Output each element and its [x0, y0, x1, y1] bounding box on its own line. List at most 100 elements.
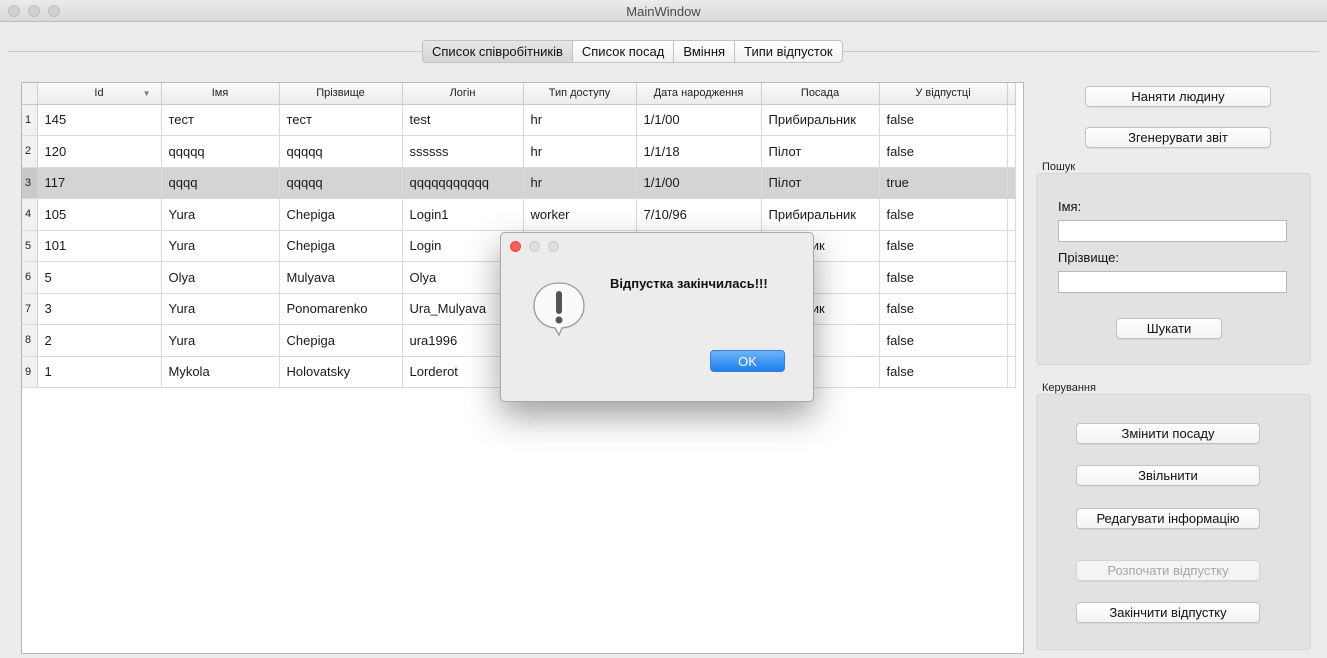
table-cell[interactable]: 120 — [37, 135, 162, 168]
table-cell[interactable]: false — [879, 104, 1008, 136]
table-cell[interactable]: qqqqq — [161, 135, 280, 168]
column-header[interactable]: Імя — [161, 83, 280, 105]
table-cell[interactable]: 1/1/00 — [636, 167, 762, 199]
row-number[interactable]: 5 — [22, 230, 38, 262]
control-group-title: Керування — [1042, 382, 1096, 394]
dialog-close-button[interactable] — [510, 241, 521, 252]
table-row[interactable]: 1 145 тест тест test hr 1/1/00 Прибиральник fals… — [22, 104, 1016, 136]
row-number[interactable]: 6 — [22, 261, 38, 294]
table-cell[interactable]: Chepiga — [279, 230, 403, 262]
table-cell[interactable]: Mykola — [161, 356, 280, 388]
row-filler — [1007, 167, 1016, 199]
table-cell[interactable]: тест — [279, 104, 403, 136]
header-filler — [1007, 83, 1016, 105]
table-cell[interactable]: 3 — [37, 293, 162, 325]
table-row[interactable]: 4 105 Yura Chepiga Login1 worker 7/10/96 Прибир… — [22, 198, 1016, 231]
table-cell[interactable]: 7/10/96 — [636, 198, 762, 231]
row-number[interactable]: 4 — [22, 198, 38, 231]
table-cell[interactable]: qqqqq — [279, 167, 403, 199]
tab-0[interactable]: Список співробітників — [422, 40, 573, 63]
change-position-button[interactable]: Змінити посаду — [1076, 423, 1260, 444]
dialog-message: Відпустка закінчилась!!! — [610, 276, 768, 291]
table-cell[interactable]: 2 — [37, 324, 162, 357]
table-cell[interactable]: Holovatsky — [279, 356, 403, 388]
table-cell[interactable]: 1/1/00 — [636, 104, 762, 136]
table-cell[interactable]: Chepiga — [279, 198, 403, 231]
ok-button[interactable]: OK — [710, 350, 785, 372]
column-header[interactable]: Посада — [761, 83, 880, 105]
table-cell[interactable]: Пілот — [761, 167, 880, 199]
column-header[interactable]: Логін — [402, 83, 524, 105]
table-cell[interactable]: Ponomarenko — [279, 293, 403, 325]
tab-3[interactable]: Типи відпусток — [735, 40, 843, 63]
table-cell[interactable]: false — [879, 293, 1008, 325]
table-cell[interactable]: Прибиральник — [761, 198, 880, 231]
table-cell[interactable]: false — [879, 324, 1008, 357]
table-cell[interactable]: ssssss — [402, 135, 524, 168]
row-number[interactable]: 1 — [22, 104, 38, 136]
edit-info-button[interactable]: Редагувати інформацію — [1076, 508, 1260, 529]
table-cell[interactable]: false — [879, 230, 1008, 262]
column-header[interactable]: Дата народження — [636, 83, 762, 105]
table-cell[interactable]: qqqq — [161, 167, 280, 199]
row-number[interactable]: 2 — [22, 135, 38, 168]
window-title: MainWindow — [626, 4, 701, 19]
column-header[interactable]: Тип доступу — [523, 83, 637, 105]
row-number[interactable]: 8 — [22, 324, 38, 357]
table-cell[interactable]: 105 — [37, 198, 162, 231]
table-cell[interactable]: Yura — [161, 293, 280, 325]
title-bar: MainWindow — [0, 0, 1327, 22]
table-cell[interactable]: hr — [523, 167, 637, 199]
tab-2[interactable]: Вміння — [674, 40, 736, 63]
table-cell[interactable]: Mulyava — [279, 261, 403, 294]
table-cell[interactable]: Пілот — [761, 135, 880, 168]
table-row[interactable]: 3 117 qqqq qqqqq qqqqqqqqqqq hr 1/1/00 Пілот tru… — [22, 167, 1016, 199]
table-row[interactable]: 2 120 qqqqq qqqqq ssssss hr 1/1/18 Пілот false — [22, 135, 1016, 168]
sort-descending-icon: ▼ — [142, 89, 151, 98]
generate-report-button[interactable]: Згенерувати звіт — [1085, 127, 1271, 148]
table-cell[interactable]: worker — [523, 198, 637, 231]
table-cell[interactable]: 145 — [37, 104, 162, 136]
table-cell[interactable]: true — [879, 167, 1008, 199]
tab-1[interactable]: Список посад — [572, 40, 675, 63]
table-cell[interactable]: Olya — [161, 261, 280, 294]
row-number[interactable]: 7 — [22, 293, 38, 325]
search-group-title: Пошук — [1042, 161, 1076, 173]
row-number[interactable]: 3 — [22, 167, 38, 199]
table-cell[interactable]: 1 — [37, 356, 162, 388]
table-cell[interactable]: false — [879, 261, 1008, 294]
search-button[interactable]: Шукати — [1116, 318, 1222, 339]
table-cell[interactable]: hr — [523, 135, 637, 168]
table-cell[interactable]: false — [879, 198, 1008, 231]
column-header[interactable]: У відпустці — [879, 83, 1008, 105]
first-name-input[interactable] — [1058, 220, 1287, 242]
table-cell[interactable]: тест — [161, 104, 280, 136]
table-cell[interactable]: Yura — [161, 324, 280, 357]
table-cell[interactable]: hr — [523, 104, 637, 136]
column-header[interactable]: Прізвище — [279, 83, 403, 105]
row-number[interactable]: 9 — [22, 356, 38, 388]
column-header[interactable]: Id ▼ — [37, 83, 162, 105]
table-cell[interactable]: false — [879, 356, 1008, 388]
table-cell[interactable]: Chepiga — [279, 324, 403, 357]
hire-person-button[interactable]: Наняти людину — [1085, 86, 1271, 107]
table-cell[interactable]: Прибиральник — [761, 104, 880, 136]
table-cell[interactable]: false — [879, 135, 1008, 168]
end-vacation-button[interactable]: Закінчити відпустку — [1076, 602, 1260, 623]
table-cell[interactable]: 117 — [37, 167, 162, 199]
row-filler — [1007, 198, 1016, 231]
table-cell[interactable]: test — [402, 104, 524, 136]
row-filler — [1007, 324, 1016, 357]
table-cell[interactable]: Yura — [161, 230, 280, 262]
table-corner[interactable] — [22, 83, 38, 105]
last-name-input[interactable] — [1058, 271, 1287, 293]
fire-button[interactable]: Звільнити — [1076, 465, 1260, 486]
table-cell[interactable]: 1/1/18 — [636, 135, 762, 168]
table-cell[interactable]: qqqqq — [279, 135, 403, 168]
start-vacation-button[interactable]: Розпочати відпустку — [1076, 560, 1260, 581]
table-cell[interactable]: Yura — [161, 198, 280, 231]
table-cell[interactable]: 101 — [37, 230, 162, 262]
table-cell[interactable]: Login1 — [402, 198, 524, 231]
table-cell[interactable]: 5 — [37, 261, 162, 294]
table-cell[interactable]: qqqqqqqqqqq — [402, 167, 524, 199]
